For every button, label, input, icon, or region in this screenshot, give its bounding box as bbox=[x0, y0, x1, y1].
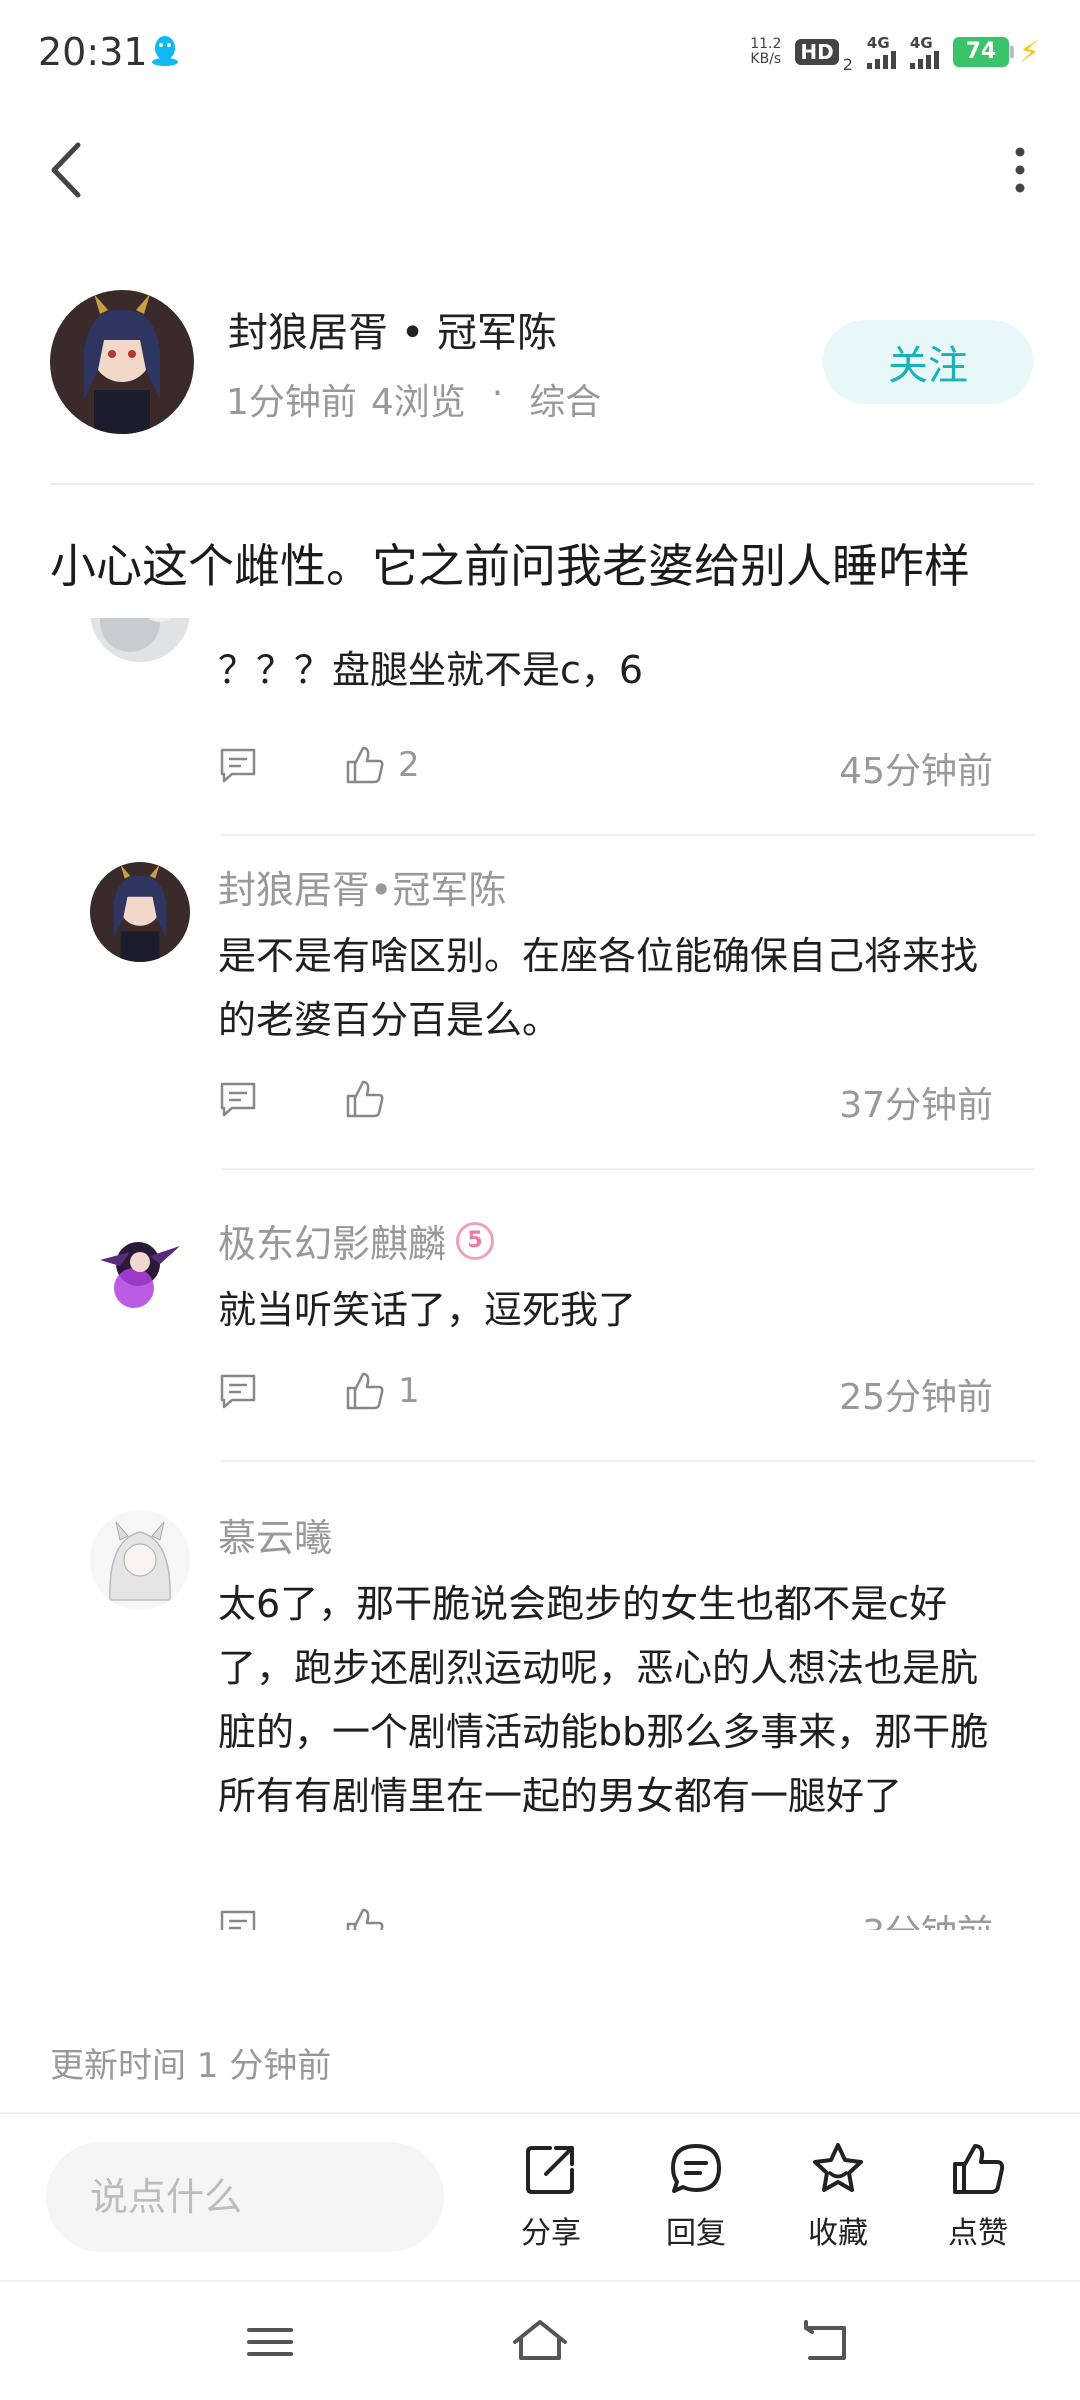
comment-like-count: 1 bbox=[398, 1371, 420, 1411]
status-bar: 20:31 11.2 KB/s HD 2 4G 4G 74 ⚡ bbox=[0, 0, 1080, 105]
hd-voice-icon: HD bbox=[795, 39, 839, 65]
more-vertical-icon bbox=[1015, 147, 1025, 193]
comment-divider bbox=[222, 1168, 1034, 1170]
comment-actions: 1 25分钟前 bbox=[218, 1366, 993, 1418]
comment-divider bbox=[222, 1460, 1034, 1462]
post-category[interactable]: 综合 bbox=[529, 373, 601, 425]
meta-separator: · bbox=[491, 373, 504, 414]
comment-time: 45分钟前 bbox=[839, 751, 993, 792]
signal-sim2-label: 4G bbox=[909, 33, 933, 52]
comment-item: 极东幻影麒麟 5 就当听笑话了，逗死我了 1 25分钟前 bbox=[0, 1216, 1080, 1516]
thumbs-up-icon bbox=[953, 2144, 1005, 2194]
comment-like-button[interactable]: 1 bbox=[344, 1366, 420, 1416]
bottom-bar-divider bbox=[0, 2112, 1080, 2114]
network-speed-unit: KB/s bbox=[750, 51, 782, 67]
share-label: 分享 bbox=[521, 2216, 581, 2251]
comment-actions: 3分钟前 bbox=[218, 1902, 993, 1930]
reply-button[interactable]: 回复 bbox=[641, 2140, 751, 2260]
comment-like-button[interactable] bbox=[344, 1902, 398, 1930]
commenter-name[interactable]: 封狼居胥•冠军陈 bbox=[218, 859, 506, 914]
post-meta: 1分钟前 4浏览 · 综合 bbox=[226, 373, 601, 425]
comment-actions: 2 45分钟前 bbox=[218, 740, 993, 792]
author-name[interactable]: 封狼居胥 • 冠军陈 bbox=[228, 300, 557, 358]
signal-sim1-label: 4G bbox=[866, 33, 890, 52]
bolt-icon: ⚡ bbox=[1018, 34, 1040, 70]
follow-button[interactable]: 关注 bbox=[823, 320, 1033, 404]
comment-time: 3分钟前 bbox=[862, 1904, 993, 1930]
network-speed-value: 11.2 bbox=[750, 36, 782, 52]
comment-reply-icon[interactable] bbox=[218, 1080, 258, 1120]
reply-label: 回复 bbox=[666, 2216, 726, 2251]
thumbs-up-icon bbox=[346, 1908, 384, 1930]
comment-like-button[interactable]: 2 bbox=[344, 740, 420, 790]
home-nav-button[interactable] bbox=[505, 2312, 575, 2372]
post-time: 1分钟前 bbox=[226, 382, 357, 423]
comment-list[interactable]: ？？？盘腿坐就不是c，6 2 45分钟前 封狼居胥•冠军陈 是不是有啥区别。在座… bbox=[0, 618, 1080, 1930]
thumbs-up-icon bbox=[346, 1080, 384, 1118]
comment-item: ？？？盘腿坐就不是c，6 2 45分钟前 bbox=[0, 618, 1080, 858]
comment-bubble-icon bbox=[671, 2144, 721, 2193]
user-level-badge: 5 bbox=[456, 1221, 495, 1260]
comment-like-button[interactable] bbox=[344, 1074, 398, 1124]
comment-like-count: 2 bbox=[398, 745, 420, 785]
comment-actions: 37分钟前 bbox=[218, 1074, 993, 1126]
return-icon bbox=[804, 2320, 846, 2360]
share-button[interactable]: 分享 bbox=[496, 2140, 606, 2260]
commenter-name-text: 极东幻影麒麟 bbox=[218, 1222, 447, 1266]
comment-reply-icon[interactable] bbox=[218, 746, 258, 786]
comment-text: ？？？盘腿坐就不是c，6 bbox=[218, 648, 644, 692]
more-options-button[interactable] bbox=[990, 135, 1050, 205]
menu-icon bbox=[247, 2328, 293, 2356]
author-avatar[interactable] bbox=[50, 290, 194, 434]
signal-sim2-icon: 4G bbox=[909, 33, 939, 69]
favorite-label: 收藏 bbox=[808, 2216, 868, 2251]
chevron-left-icon bbox=[51, 142, 81, 198]
comment-text: 是不是有啥区别。在座各位能确保自己将来找的老婆百分百是么。 bbox=[218, 934, 979, 1042]
system-nav-bar bbox=[0, 2280, 1080, 2400]
comment-reply-icon[interactable] bbox=[218, 1372, 258, 1412]
status-indicators: 11.2 KB/s HD 2 4G 4G 74 ⚡ bbox=[750, 30, 1040, 75]
commenter-avatar[interactable] bbox=[90, 1216, 190, 1316]
commenter-name[interactable]: 极东幻影麒麟 5 bbox=[218, 1213, 495, 1268]
battery-icon: 74 bbox=[952, 37, 1014, 67]
back-button[interactable] bbox=[38, 135, 98, 205]
thumbs-up-icon bbox=[346, 746, 384, 784]
comment-divider bbox=[222, 834, 1034, 836]
status-time: 20:31 bbox=[38, 30, 148, 74]
commenter-name-text: 慕云曦 bbox=[218, 1516, 333, 1560]
menu-nav-button[interactable] bbox=[235, 2312, 305, 2372]
comment-time: 25分钟前 bbox=[839, 1377, 993, 1418]
comment-item: 慕云曦 太6了，那干脆说会跑步的女生也都不是c好了，跑步还剧烈运动呢，恶心的人想… bbox=[0, 1510, 1080, 1930]
comment-text: 太6了，那干脆说会跑步的女生也都不是c好了，跑步还剧烈运动呢，恶心的人想法也是肮… bbox=[218, 1582, 989, 1818]
qq-notification-icon bbox=[152, 36, 178, 66]
star-icon bbox=[813, 2143, 863, 2192]
comment-time: 37分钟前 bbox=[839, 1085, 993, 1126]
commenter-name[interactable]: 慕云曦 bbox=[218, 1507, 332, 1562]
thumbs-up-icon bbox=[346, 1372, 384, 1410]
post-content: 小心这个雌性。它之前问我老婆给别人睡咋样 bbox=[50, 539, 970, 593]
commenter-avatar[interactable] bbox=[90, 862, 190, 962]
comment-reply-icon[interactable] bbox=[218, 1908, 258, 1930]
favorite-button[interactable]: 收藏 bbox=[783, 2140, 893, 2260]
commenter-avatar[interactable] bbox=[90, 1510, 190, 1610]
comment-text: 就当听笑话了，逗死我了 bbox=[218, 1288, 637, 1332]
share-icon bbox=[526, 2146, 574, 2194]
back-nav-button[interactable] bbox=[790, 2312, 860, 2372]
home-icon bbox=[513, 2320, 567, 2360]
network-speed: 11.2 KB/s bbox=[750, 37, 781, 67]
commenter-name-text: 封狼居胥•冠军陈 bbox=[218, 868, 507, 912]
hd-sub-label: 2 bbox=[842, 55, 853, 74]
signal-sim1-icon: 4G bbox=[866, 33, 896, 69]
like-button[interactable]: 点赞 bbox=[923, 2140, 1033, 2260]
comment-input[interactable] bbox=[46, 2142, 444, 2252]
update-time: 更新时间 1 分钟前 bbox=[50, 2046, 332, 2086]
comment-item: 封狼居胥•冠军陈 是不是有啥区别。在座各位能确保自己将来找的老婆百分百是么。 3… bbox=[0, 862, 1080, 1212]
commenter-avatar[interactable] bbox=[90, 618, 190, 662]
header-divider bbox=[50, 483, 1034, 485]
like-label: 点赞 bbox=[948, 2216, 1008, 2251]
post-views: 4浏览 bbox=[370, 382, 466, 423]
